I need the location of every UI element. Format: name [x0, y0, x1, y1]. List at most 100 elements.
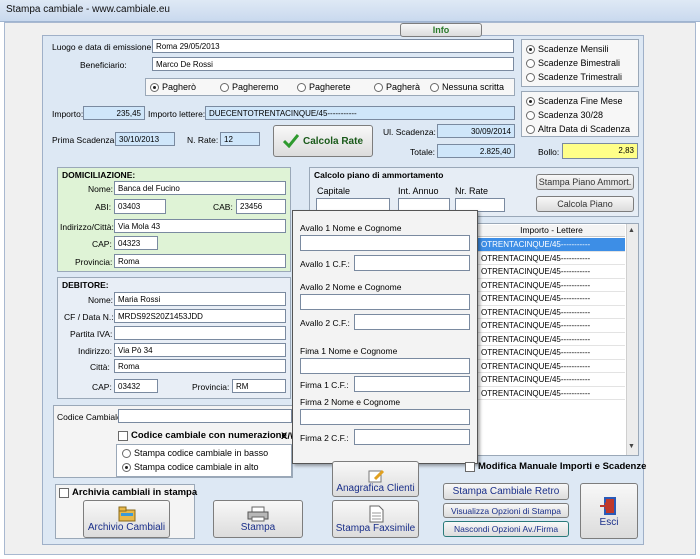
avallo1-cf-field[interactable] [354, 255, 470, 271]
codice-field[interactable] [118, 409, 292, 423]
radio-paghero[interactable]: Pagherò [150, 82, 196, 92]
deb-nome-label: Nome: [88, 295, 114, 305]
table-row[interactable]: OTRENTACINQUE/45----------- [478, 346, 625, 360]
table-row[interactable]: OTRENTACINQUE/45----------- [478, 278, 625, 292]
radio-dot [526, 58, 535, 68]
importo-lettere-field[interactable]: DUECENTOTRENTACINQUE/45----------- [205, 106, 515, 120]
stampa-faxsimile-label: Stampa Faxsimile [335, 522, 416, 534]
radio-dot [526, 72, 535, 82]
table-row[interactable]: OTRENTACINQUE/45----------- [478, 359, 625, 373]
dom-nome-field[interactable]: Banca del Fucino [114, 181, 286, 195]
table-scrollbar[interactable] [626, 224, 638, 455]
piano-nr-rate-label: Nr. Rate [455, 186, 489, 196]
checkmark-icon [282, 134, 299, 148]
stampa-retro-button[interactable]: Stampa Cambiale Retro [443, 483, 569, 500]
table-row[interactable]: OTRENTACINQUE/45----------- [478, 305, 625, 319]
table-row[interactable]: OTRENTACINQUE/45----------- [478, 373, 625, 387]
avallo1-nome-field[interactable] [300, 235, 470, 251]
stampa-button[interactable]: Stampa [213, 500, 303, 538]
n-rate-field[interactable]: 12 [220, 132, 260, 146]
table-row[interactable]: OTRENTACINQUE/45----------- [478, 238, 625, 252]
anagrafica-clienti-button[interactable]: Anagrafica Clienti [332, 461, 419, 497]
dom-cab-field[interactable]: 23456 [236, 199, 286, 214]
firma1-cf-label: Firma 1 C.F.: [300, 380, 349, 390]
archive-icon [118, 506, 135, 521]
dom-provincia-label: Provincia: [75, 257, 113, 267]
firma1-nome-field[interactable] [300, 358, 470, 374]
deb-cap-field[interactable]: 03432 [114, 379, 158, 393]
ul-scadenza-field[interactable]: 30/09/2014 [437, 124, 515, 138]
radio-scadenze-bimestrali[interactable]: Scadenze Bimestrali [526, 58, 620, 68]
totale-field[interactable]: 2.825,40 [437, 144, 515, 158]
scroll-down-icon[interactable]: ▼ [628, 443, 635, 450]
table-row[interactable]: OTRENTACINQUE/45----------- [478, 251, 625, 265]
deb-piva-field[interactable] [114, 326, 286, 340]
table-row[interactable]: OTRENTACINQUE/45----------- [478, 292, 625, 306]
firma1-nome-label: Fima 1 Nome e Cognome [300, 346, 398, 356]
deb-indirizzo-field[interactable]: Via Pò 34 [114, 343, 286, 357]
modifica-manuale-checkbox[interactable]: Modifica Manuale Importi e Scadenze [465, 461, 646, 472]
archivia-checkbox[interactable]: Archivia cambiali in stampa [59, 487, 197, 498]
title-bar: Stampa cambiale - www.cambiale.eu [0, 0, 700, 22]
avallo2-nome-label: Avallo 2 Nome e Cognome [300, 282, 402, 292]
deb-nome-field[interactable]: Maria Rossi [114, 292, 286, 306]
dom-indirizzo-label: Indirizzo/Città: [60, 222, 114, 232]
table-row[interactable]: OTRENTACINQUE/45----------- [478, 319, 625, 333]
radio-scadenze-trimestrali[interactable]: Scadenze Trimestrali [526, 72, 622, 82]
table-row[interactable]: OTRENTACINQUE/45----------- [478, 265, 625, 279]
archivio-cambiali-label: Archivio Cambiali [87, 521, 166, 533]
radio-codice-alto[interactable]: Stampa codice cambiale in alto [122, 462, 259, 472]
stampa-faxsimile-button[interactable]: Stampa Faxsimile [332, 500, 419, 538]
deb-indirizzo-label: Indirizzo: [78, 346, 113, 356]
prima-scadenza-field[interactable]: 30/10/2013 [115, 132, 175, 146]
radio-altra-data[interactable]: Altra Data di Scadenza [526, 124, 630, 134]
radio-30-28[interactable]: Scadenza 30/28 [526, 110, 603, 120]
firma2-nome-label: Firma 2 Nome e Cognome [300, 397, 401, 407]
importo-field[interactable]: 235,45 [83, 106, 145, 120]
scroll-up-icon[interactable]: ▲ [628, 227, 635, 234]
table-row[interactable]: OTRENTACINQUE/45----------- [478, 332, 625, 346]
firma1-cf-field[interactable] [354, 376, 470, 392]
nascondi-opzioni-button[interactable]: Nascondi Opzioni Av./Firma [443, 521, 569, 537]
radio-fine-mese[interactable]: Scadenza Fine Mese [526, 96, 623, 106]
calcola-piano-button[interactable]: Calcola Piano [536, 196, 634, 212]
radio-pagheremo[interactable]: Pagheremo [220, 82, 279, 92]
info-button[interactable]: Info [400, 23, 482, 37]
emission-field[interactable]: Roma 29/05/2013 [152, 39, 514, 53]
calcola-rate-button[interactable]: Calcola Rate [273, 125, 373, 157]
radio-scadenze-mensili[interactable]: Scadenze Mensili [526, 44, 609, 54]
beneficiary-field[interactable]: Marco De Rossi [152, 57, 514, 71]
avallo2-nome-field[interactable] [300, 294, 470, 310]
dom-cap-field[interactable]: 04323 [114, 236, 158, 250]
debitore-title: DEBITORE: [62, 280, 109, 290]
dom-abi-field[interactable]: 03403 [114, 199, 166, 214]
radio-codice-basso[interactable]: Stampa codice cambiale in basso [122, 448, 268, 458]
stampa-piano-button[interactable]: Stampa Piano Ammort. [536, 174, 634, 190]
deb-cf-field[interactable]: MRDS92S20Z1453JDD [114, 309, 286, 323]
deb-citta-field[interactable]: Roma [114, 359, 286, 373]
dom-indirizzo-field[interactable]: Via Mola 43 [114, 219, 286, 233]
firma2-cf-field[interactable] [354, 429, 470, 445]
dom-nome-label: Nome: [88, 184, 114, 194]
piano-title: Calcolo piano di ammortamento [314, 170, 444, 180]
dom-provincia-field[interactable]: Roma [114, 254, 286, 268]
piano-capitale-label: Capitale [317, 186, 351, 196]
esci-button[interactable]: Esci [580, 483, 638, 539]
firma2-nome-field[interactable] [300, 409, 470, 425]
avallo2-cf-field[interactable] [354, 314, 470, 330]
visualizza-opzioni-button[interactable]: Visualizza Opzioni di Stampa [443, 503, 569, 518]
radio-dot [150, 82, 159, 92]
domiciliazione-title: DOMICILIAZIONE: [62, 170, 136, 180]
table-row[interactable]: OTRENTACINQUE/45----------- [478, 386, 625, 400]
bollo-field[interactable]: 2,83 [562, 143, 638, 159]
deb-piva-label: Partita IVA: [70, 329, 113, 339]
radio-nessuna-scritta[interactable]: Nessuna scritta [430, 82, 504, 92]
checkbox-box [465, 461, 475, 472]
radio-pagherete[interactable]: Pagherete [297, 82, 351, 92]
radio-paghera[interactable]: Pagherà [374, 82, 420, 92]
table-header-importo-lettere: Importo - Lettere [478, 225, 625, 237]
document-icon [369, 505, 383, 522]
numerazione-checkbox[interactable]: Codice cambiale con numerazione [118, 430, 287, 441]
archivio-cambiali-button[interactable]: Archivio Cambiali [83, 500, 170, 538]
deb-provincia-field[interactable]: RM [232, 379, 286, 393]
